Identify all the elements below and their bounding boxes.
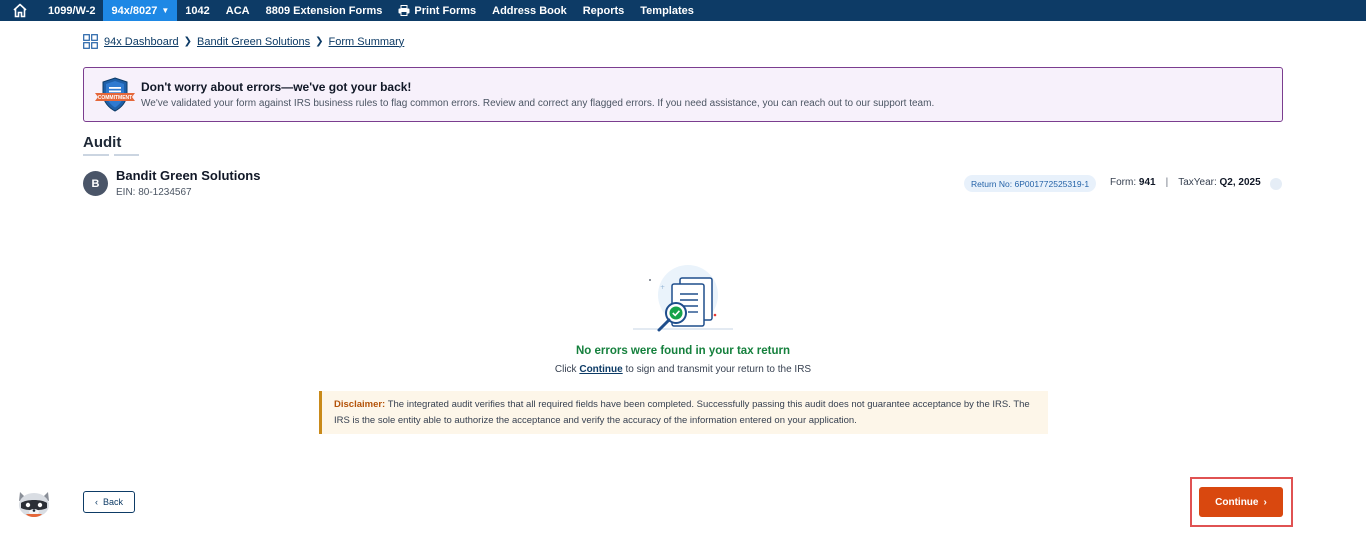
disclaimer-label: Disclaimer: [334, 399, 386, 410]
caret-down-icon: ▼ [161, 6, 170, 15]
nav-label: Reports [582, 4, 625, 17]
title-underline [114, 154, 139, 156]
breadcrumb-business[interactable]: Bandit Green Solutions [197, 36, 310, 48]
printer-icon [398, 5, 410, 16]
nav-label: 1099/W-2 [48, 4, 96, 17]
back-button[interactable]: ‹ Back [83, 491, 135, 513]
nav-label: Print Forms [414, 4, 477, 17]
nav-label: 94x/8027 [111, 4, 158, 17]
business-ein: EIN: 80-1234567 [116, 187, 192, 198]
svg-text:+: + [660, 284, 665, 291]
top-nav: 1099/W-2 94x/8027 ▼ 1042 ACA 8809 Extensi… [0, 0, 1366, 21]
success-instruction: Click Continue to sign and transmit your… [0, 364, 1366, 375]
dashboard-grid-icon [83, 34, 98, 49]
title-underline [83, 154, 109, 156]
breadcrumb: 94x Dashboard ❯ Bandit Green Solutions ❯… [83, 34, 404, 49]
nav-label: 1042 [185, 4, 210, 17]
chevron-left-icon: ‹ [94, 497, 98, 507]
instruction-prefix: Click [554, 364, 577, 375]
disclaimer-text: The integrated audit verifies that all r… [334, 399, 1030, 426]
instruction-suffix: to sign and transmit your return to the … [625, 364, 812, 375]
commitment-badge-icon: COMMITMENT [94, 76, 136, 119]
nav-item-1099-w2[interactable]: 1099/W-2 [40, 0, 103, 21]
audit-success-illustration: + [630, 262, 736, 339]
nav-item-94x-8027[interactable]: 94x/8027 ▼ [103, 0, 178, 21]
info-banner: COMMITMENT Don't worry about errors—we'v… [83, 67, 1283, 122]
breadcrumb-94x-dashboard[interactable]: 94x Dashboard [104, 36, 179, 48]
svg-text:COMMITMENT: COMMITMENT [98, 95, 132, 101]
continue-button[interactable]: Continue › [1199, 487, 1283, 517]
nav-item-address-book[interactable]: Address Book [484, 0, 575, 21]
chevron-right-icon: ❯ [183, 36, 192, 47]
chevron-right-icon: ❯ [315, 36, 324, 47]
disclaimer-box: Disclaimer: The integrated audit verifie… [319, 391, 1048, 434]
success-message: No errors were found in your tax return [575, 345, 791, 357]
home-icon[interactable] [0, 0, 40, 21]
chevron-right-icon: › [1263, 496, 1267, 508]
avatar: B [83, 171, 108, 196]
raccoon-mascot-icon[interactable] [14, 486, 54, 525]
page-title: Audit [83, 134, 122, 151]
nav-item-8809-extension-forms[interactable]: 8809 Extension Forms [258, 0, 391, 21]
business-name: Bandit Green Solutions [116, 168, 261, 183]
nav-item-templates[interactable]: Templates [632, 0, 702, 21]
breadcrumb-form-summary[interactable]: Form Summary [329, 36, 405, 48]
divider: | [1165, 177, 1169, 188]
nav-item-aca[interactable]: ACA [218, 0, 258, 21]
continue-label: Continue [1215, 496, 1259, 508]
taxyear-value: Q2, 2025 [1219, 177, 1261, 188]
nav-item-reports[interactable]: Reports [575, 0, 633, 21]
info-icon[interactable] [1270, 178, 1282, 190]
nav-label: Address Book [492, 4, 567, 17]
nav-label: 8809 Extension Forms [265, 4, 383, 17]
nav-item-1042[interactable]: 1042 [177, 0, 217, 21]
return-number-badge: Return No: 6P001772525319-1 [964, 175, 1097, 192]
continue-link[interactable]: Continue [579, 364, 622, 375]
nav-item-print-forms[interactable]: Print Forms [390, 0, 484, 21]
back-label: Back [102, 497, 123, 507]
nav-label: Templates [640, 4, 694, 17]
form-label: Form: [1110, 177, 1137, 188]
banner-text: We've validated your form against IRS bu… [141, 98, 935, 109]
nav-label: ACA [225, 4, 250, 17]
form-value: 941 [1138, 177, 1156, 188]
banner-title: Don't worry about errors—we've got your … [141, 80, 412, 94]
taxyear-label: TaxYear: [1178, 177, 1217, 188]
form-info: Form: 941 | TaxYear: Q2, 2025 [1110, 177, 1261, 188]
